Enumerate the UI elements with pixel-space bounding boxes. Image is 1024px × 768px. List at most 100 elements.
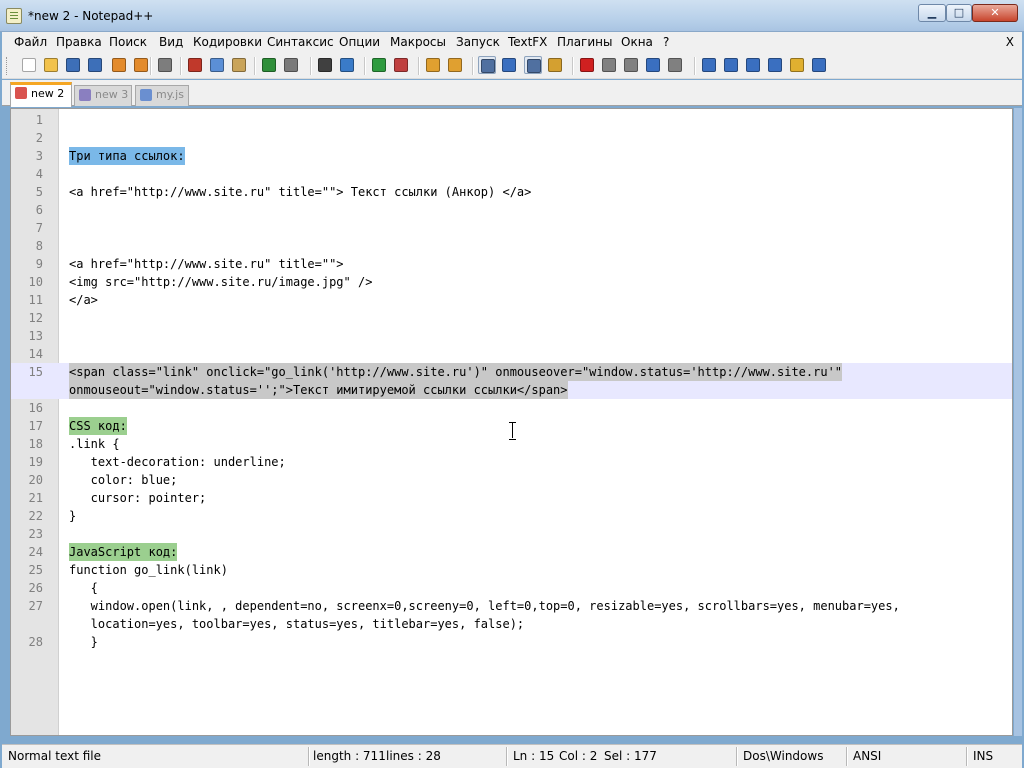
code-line[interactable]: 12 — [11, 309, 1012, 327]
menu-run[interactable]: Запуск — [456, 35, 500, 49]
undo-button[interactable] — [260, 56, 278, 74]
code-line[interactable]: 11 </a> — [11, 291, 1012, 309]
find-button[interactable] — [316, 56, 334, 74]
menu-macros[interactable]: Макросы — [390, 35, 446, 49]
code-line[interactable]: 8 — [11, 237, 1012, 255]
print-button[interactable] — [156, 56, 174, 74]
toolbar-separator — [180, 57, 181, 75]
code-line[interactable]: 21 cursor: pointer; — [11, 489, 1012, 507]
find-icon — [318, 58, 332, 72]
stop-macro-icon — [602, 58, 616, 72]
play-macro-button[interactable] — [622, 56, 640, 74]
code-line[interactable]: 17 CSS код: — [11, 417, 1012, 435]
sync-vertical-button[interactable] — [424, 56, 442, 74]
code-line[interactable]: 14 — [11, 345, 1012, 363]
expand-button[interactable] — [766, 56, 784, 74]
tab-my-js[interactable]: my.js — [135, 85, 189, 106]
cut-button[interactable] — [186, 56, 204, 74]
play-multiple-button[interactable] — [644, 56, 662, 74]
code-line[interactable]: 20 color: blue; — [11, 471, 1012, 489]
code-line[interactable]: 2 — [11, 129, 1012, 147]
zoom-out-icon — [394, 58, 408, 72]
code-line[interactable]: 10 <img src="http://www.site.ru/image.jpg… — [11, 273, 1012, 291]
close-button[interactable] — [110, 56, 128, 74]
spell-check-button[interactable] — [810, 56, 828, 74]
code-line[interactable]: 6 — [11, 201, 1012, 219]
record-macro-button[interactable] — [578, 56, 596, 74]
code-line[interactable]: 24 JavaScript код: — [11, 543, 1012, 561]
copy-button[interactable] — [208, 56, 226, 74]
menu-options[interactable]: Опции — [339, 35, 380, 49]
code-line[interactable]: 23 — [11, 525, 1012, 543]
menu-edit[interactable]: Правка — [56, 35, 102, 49]
tab-new-2[interactable]: new 2 — [10, 82, 72, 107]
save-all-button[interactable] — [86, 56, 104, 74]
code-line[interactable]: 3 Три типа ссылок: — [11, 147, 1012, 165]
code-line[interactable]: 18 .link { — [11, 435, 1012, 453]
code-line[interactable]: 5 <a href="http://www.site.ru" title=""> … — [11, 183, 1012, 201]
code-line[interactable]: 9 <a href="http://www.site.ru" title=""> — [11, 255, 1012, 273]
close-document-button[interactable]: X — [1006, 35, 1014, 49]
line-number: 17 — [28, 419, 43, 433]
arrow-up-button[interactable] — [722, 56, 740, 74]
save-button[interactable] — [64, 56, 82, 74]
code-text: cursor: pointer; — [69, 491, 207, 505]
code-line[interactable]: onmouseout="window.status='';">Текст ими… — [11, 381, 1012, 399]
play-macro-icon — [624, 58, 638, 72]
menu-help[interactable]: ? — [663, 35, 669, 49]
indent-guide-button[interactable] — [524, 56, 542, 74]
code-line[interactable]: 15 <span class="link" onclick="go_link('h… — [11, 363, 1012, 381]
code-line[interactable]: location=yes, toolbar=yes, status=yes, t… — [11, 615, 1012, 633]
toolbar-separator — [418, 57, 419, 75]
zoom-out-button[interactable] — [392, 56, 410, 74]
menu-windows[interactable]: Окна — [621, 35, 653, 49]
close-all-button[interactable] — [132, 56, 150, 74]
sync-horizontal-button[interactable] — [446, 56, 464, 74]
toolbar-grip[interactable] — [6, 57, 10, 75]
menu-syntax[interactable]: Синтаксис — [267, 35, 334, 49]
word-wrap-button[interactable] — [478, 56, 496, 74]
save-macro-button[interactable] — [666, 56, 684, 74]
show-all-chars-button[interactable] — [500, 56, 518, 74]
minimize-button[interactable]: ▁ — [918, 4, 946, 22]
menu-plugins[interactable]: Плагины — [557, 35, 612, 49]
redo-button[interactable] — [282, 56, 300, 74]
line-number: 16 — [28, 401, 43, 415]
menu-file[interactable]: Файл — [14, 35, 47, 49]
tab-new-3[interactable]: new 3 — [74, 85, 132, 106]
code-line[interactable]: 27 window.open(link, , dependent=no, scr… — [11, 597, 1012, 615]
folder-tree-button[interactable] — [788, 56, 806, 74]
menu-search[interactable]: Поиск — [109, 35, 147, 49]
code-line[interactable]: 13 — [11, 327, 1012, 345]
code-line[interactable]: 16 — [11, 399, 1012, 417]
menu-view[interactable]: Вид — [159, 35, 183, 49]
collapse-button[interactable] — [700, 56, 718, 74]
stop-macro-button[interactable] — [600, 56, 618, 74]
close-button[interactable]: ✕ — [972, 4, 1018, 22]
code-line[interactable]: 19 text-decoration: underline; — [11, 453, 1012, 471]
code-line[interactable]: 26 { — [11, 579, 1012, 597]
code-line[interactable]: 4 — [11, 165, 1012, 183]
replace-button[interactable] — [338, 56, 356, 74]
open-file-button[interactable] — [42, 56, 60, 74]
arrow-down-button[interactable] — [744, 56, 762, 74]
code-line[interactable]: 22} — [11, 507, 1012, 525]
code-line[interactable]: 1 — [11, 111, 1012, 129]
menu-textfx[interactable]: TextFX — [508, 35, 547, 49]
text-editor[interactable]: 1 2 3 Три типа ссылок: 4 5 <a href="http://www… — [10, 108, 1013, 736]
paste-button[interactable] — [230, 56, 248, 74]
doc-map-button[interactable] — [546, 56, 564, 74]
line-number: 6 — [35, 203, 43, 217]
arrow-down-icon — [746, 58, 760, 72]
code-line[interactable]: 25 function go_link(link) — [11, 561, 1012, 579]
menu-encoding[interactable]: Кодировки — [193, 35, 262, 49]
code-line[interactable]: 7 — [11, 219, 1012, 237]
zoom-in-button[interactable] — [370, 56, 388, 74]
new-file-button[interactable] — [20, 56, 38, 74]
code-line[interactable]: 28 } — [11, 633, 1012, 651]
line-number: 28 — [28, 635, 43, 649]
status-divider — [736, 747, 737, 766]
status-insert-mode: INS — [973, 749, 994, 763]
print-icon — [158, 58, 172, 72]
maximize-button[interactable]: □ — [946, 4, 972, 22]
